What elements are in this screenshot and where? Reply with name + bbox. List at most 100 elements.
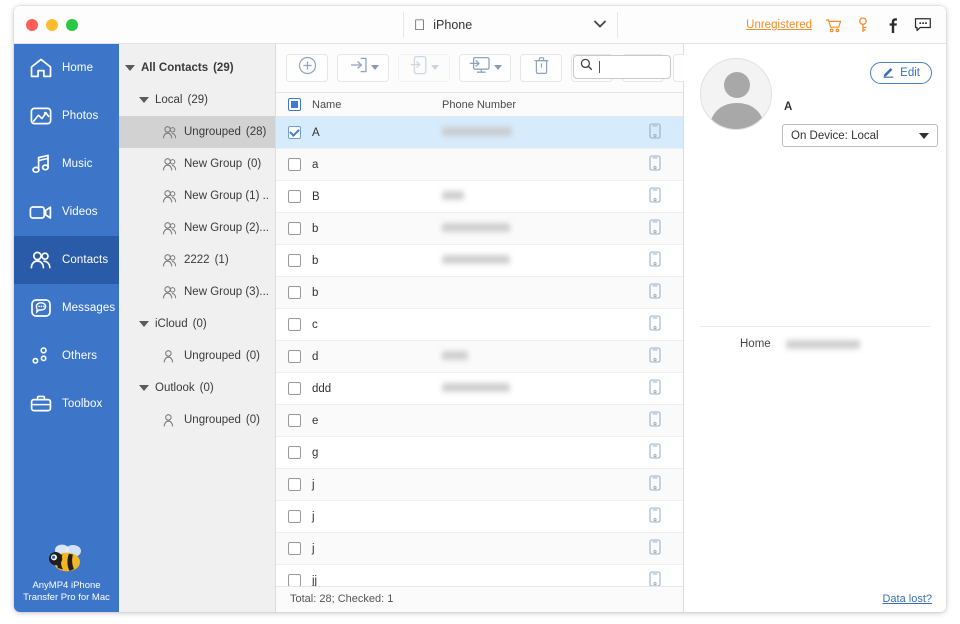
row-checkbox[interactable]: [288, 126, 301, 139]
row-name: b: [312, 287, 442, 299]
table-row[interactable]: b: [276, 277, 683, 309]
triangle-down-icon[interactable]: [125, 65, 135, 71]
row-checkbox-cell[interactable]: [276, 510, 312, 523]
row-checkbox-cell[interactable]: [276, 574, 312, 585]
tree-node-new-group-1[interactable]: New Group (1) ...: [119, 180, 275, 212]
triangle-down-icon[interactable]: [139, 385, 149, 391]
tree-node-local-ungrouped[interactable]: Ungrouped (28): [119, 116, 275, 148]
sidebar-item-others[interactable]: Others: [14, 332, 119, 380]
row-checkbox-cell[interactable]: [276, 254, 312, 267]
add-contact-button[interactable]: [286, 54, 328, 82]
row-checkbox-cell[interactable]: [276, 126, 312, 139]
row-checkbox-cell[interactable]: [276, 382, 312, 395]
table-row[interactable]: jj: [276, 565, 683, 585]
export-to-mac-button[interactable]: [459, 54, 511, 82]
export-to-device-button[interactable]: [398, 54, 450, 82]
column-header-phone[interactable]: Phone Number: [442, 99, 649, 111]
row-checkbox[interactable]: [288, 222, 301, 235]
tree-node-outlook[interactable]: Outlook (0): [119, 372, 275, 404]
chat-bubble-icon[interactable]: [914, 16, 932, 34]
table-row[interactable]: ddd: [276, 373, 683, 405]
row-checkbox-cell[interactable]: [276, 446, 312, 459]
tree-node-new-group[interactable]: New Group (0): [119, 148, 275, 180]
select-all-checkbox[interactable]: [288, 98, 301, 111]
tree-node-all-contacts[interactable]: All Contacts (29): [119, 52, 275, 84]
row-checkbox[interactable]: [288, 510, 301, 523]
sidebar-item-contacts[interactable]: Contacts: [14, 236, 119, 284]
table-row[interactable]: b: [276, 245, 683, 277]
row-checkbox-cell[interactable]: [276, 542, 312, 555]
select-all-cell[interactable]: [276, 98, 312, 111]
table-row[interactable]: b: [276, 213, 683, 245]
row-checkbox[interactable]: [288, 446, 301, 459]
contacts-list[interactable]: AaBbbbcddddegjjjjj: [276, 117, 683, 585]
unregistered-link[interactable]: Unregistered: [746, 19, 812, 31]
tree-node-new-group-3[interactable]: New Group (3)...: [119, 276, 275, 308]
device-selector[interactable]:  iPhone: [403, 12, 618, 38]
table-row[interactable]: B: [276, 181, 683, 213]
triangle-down-icon[interactable]: [139, 97, 149, 103]
sidebar-item-photos[interactable]: Photos: [14, 92, 119, 140]
row-checkbox[interactable]: [288, 382, 301, 395]
row-checkbox-cell[interactable]: [276, 318, 312, 331]
table-row[interactable]: a: [276, 149, 683, 181]
row-checkbox[interactable]: [288, 158, 301, 171]
row-checkbox[interactable]: [288, 286, 301, 299]
table-row[interactable]: g: [276, 437, 683, 469]
import-button[interactable]: [337, 54, 389, 82]
table-row[interactable]: A: [276, 117, 683, 149]
sidebar-item-music[interactable]: Music: [14, 140, 119, 188]
delete-button[interactable]: [520, 54, 562, 82]
app-window:  iPhone Unregistered: [14, 6, 946, 612]
table-row[interactable]: j: [276, 533, 683, 565]
search-input[interactable]: [573, 55, 671, 79]
column-header-name[interactable]: Name: [312, 99, 442, 111]
row-checkbox-cell[interactable]: [276, 158, 312, 171]
tree-node-icloud[interactable]: iCloud (0): [119, 308, 275, 340]
row-checkbox[interactable]: [288, 350, 301, 363]
tree-node-2222[interactable]: 2222 (1): [119, 244, 275, 276]
key-icon[interactable]: [854, 16, 872, 34]
table-row[interactable]: d: [276, 341, 683, 373]
row-checkbox[interactable]: [288, 318, 301, 331]
chevron-down-icon[interactable]: [494, 65, 502, 70]
triangle-down-icon[interactable]: [139, 321, 149, 327]
close-window-button[interactable]: [26, 19, 38, 31]
row-checkbox-cell[interactable]: [276, 350, 312, 363]
row-checkbox[interactable]: [288, 478, 301, 491]
row-checkbox[interactable]: [288, 414, 301, 427]
sidebar-item-videos[interactable]: Videos: [14, 188, 119, 236]
row-checkbox-cell[interactable]: [276, 286, 312, 299]
cart-icon[interactable]: [824, 16, 842, 34]
contact-source-value: On Device: Local: [791, 130, 879, 142]
facebook-icon[interactable]: [884, 16, 902, 34]
row-checkbox-cell[interactable]: [276, 190, 312, 203]
row-checkbox[interactable]: [288, 190, 301, 203]
table-row[interactable]: j: [276, 469, 683, 501]
row-name: e: [312, 415, 442, 427]
minimize-window-button[interactable]: [46, 19, 58, 31]
maximize-window-button[interactable]: [66, 19, 78, 31]
tree-node-new-group-2[interactable]: New Group (2)...: [119, 212, 275, 244]
tree-node-local[interactable]: Local (29): [119, 84, 275, 116]
sidebar-item-toolbox[interactable]: Toolbox: [14, 380, 119, 428]
chevron-down-icon[interactable]: [371, 65, 379, 70]
tree-node-label: iCloud: [155, 318, 188, 330]
row-checkbox[interactable]: [288, 542, 301, 555]
sidebar-item-messages[interactable]: Messages: [14, 284, 119, 332]
tree-node-outlook-ungrouped[interactable]: Ungrouped (0): [119, 404, 275, 436]
row-checkbox-cell[interactable]: [276, 414, 312, 427]
table-row[interactable]: c: [276, 309, 683, 341]
sidebar-item-home[interactable]: Home: [14, 44, 119, 92]
tree-node-icloud-ungrouped[interactable]: Ungrouped (0): [119, 340, 275, 372]
edit-contact-button[interactable]: Edit: [870, 62, 932, 84]
row-checkbox[interactable]: [288, 574, 301, 585]
row-checkbox-cell[interactable]: [276, 478, 312, 491]
contact-source-select[interactable]: On Device: Local: [782, 124, 938, 147]
row-checkbox[interactable]: [288, 254, 301, 267]
data-lost-link[interactable]: Data lost?: [882, 593, 932, 605]
table-row[interactable]: e: [276, 405, 683, 437]
table-row[interactable]: j: [276, 501, 683, 533]
chevron-down-icon[interactable]: [431, 65, 439, 70]
row-checkbox-cell[interactable]: [276, 222, 312, 235]
